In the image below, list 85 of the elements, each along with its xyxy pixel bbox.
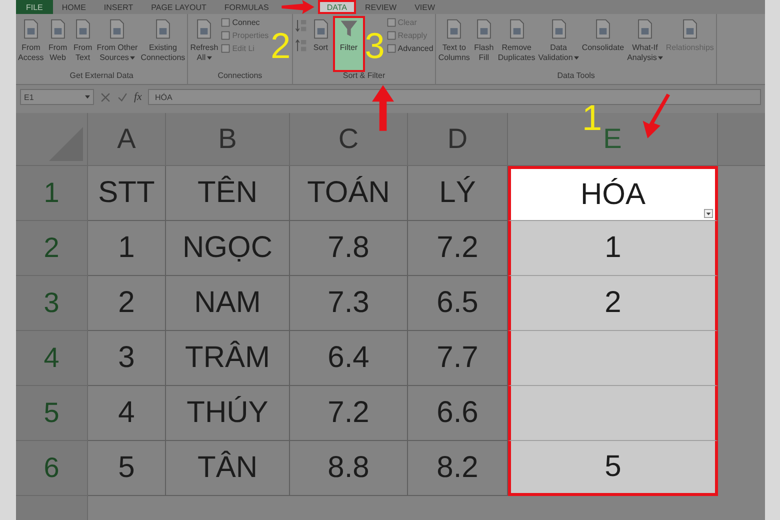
cell-text: 7.2 [436,231,478,265]
ribbon-button[interactable]: Consolidate [580,17,626,71]
ribbon-button[interactable]: Refresh All [189,17,220,71]
caret-icon [85,95,90,99]
ribbon-tab[interactable]: FORMULAS [215,0,278,14]
ribbon-tab[interactable]: INSERT [94,0,142,14]
ribbon-small-button[interactable]: Advanced [386,44,434,53]
column-letter: A [117,123,136,155]
ribbon-button[interactable]: From Other Sources [96,17,139,71]
column-letter: B [218,123,237,155]
select-all-corner[interactable] [16,113,88,166]
step-number: 2 [270,28,291,64]
ribbon-group-label: Data Tools [556,71,596,82]
ribbon-button[interactable]: From Text [70,17,95,71]
ribbon-tab[interactable]: HOME [52,0,95,14]
ribbon-button[interactable]: Existing Connections [140,17,186,71]
cell-text: 3 [118,341,135,375]
cell-text: 6.5 [436,286,478,320]
filter-dropdown-button[interactable] [704,209,713,218]
cell-text: 8.8 [328,451,370,485]
ribbon-tab[interactable]: VIEW [406,0,444,14]
ribbon-group-label: Connections [216,71,264,82]
cell-text: 2 [604,286,622,320]
cell-text: 2 [118,286,135,320]
insert-function-button[interactable]: fx [134,91,142,103]
ribbon-button[interactable]: Filter [334,17,364,71]
column-header[interactable]: A [88,113,166,166]
ribbon-button[interactable]: Text to Columns [437,17,471,71]
ribbon-tab[interactable]: PAGE LAYOUT [142,0,216,14]
column-header[interactable]: D [408,113,508,166]
arrow [280,0,316,14]
column-header[interactable]: B [166,113,290,166]
ribbon-button[interactable]: From Access [17,17,45,71]
column-letter: D [447,123,468,155]
ribbon-button[interactable]: From Web [46,17,70,71]
sort-ascending-icon[interactable] [294,18,307,34]
cell-text: TRÂM [185,341,270,375]
ribbon-small-button[interactable]: Connec [221,18,269,27]
step-number: 3 [364,28,385,64]
sort-descending-icon[interactable] [294,38,307,54]
row-header[interactable]: 3 [16,276,88,331]
checkmark-icon[interactable] [117,92,128,102]
cell-text: 5 [118,451,135,485]
cell-text: TÂN [198,451,258,485]
ribbon-group-label: Get External Data [68,71,134,82]
ribbon-button[interactable]: Sort [308,17,333,71]
cell-text: THÚY [186,396,268,430]
column-header[interactable]: C [290,113,408,166]
cell-text: 1 [118,231,135,265]
row-header[interactable]: 4 [16,331,88,386]
cancel-icon[interactable] [100,92,111,102]
cell-text: 7.8 [328,231,370,265]
cell-text: 7.3 [328,286,370,320]
ribbon-button[interactable]: Flash Fill [472,17,496,71]
cell-text: 8.2 [436,451,478,485]
name-box[interactable]: E1 [20,89,94,105]
cell-text: 4 [118,396,135,430]
cell-text: TOÁN [307,176,390,210]
column-letter: E [603,123,622,155]
ribbon-tab[interactable]: DATA [318,0,356,14]
ribbon-button[interactable]: What-If Analysis [626,17,664,71]
cell-text: STT [98,176,155,210]
cell-text: 6.6 [436,396,478,430]
cell-text: HÓA [580,178,646,212]
ribbon-group-label: Sort & Filter [342,71,386,82]
ribbon-tab[interactable]: REVIEW [356,0,406,14]
cell-text: 1 [604,231,622,265]
ribbon-tab[interactable]: FILE [16,0,53,14]
formula-field[interactable]: HÓA [148,89,761,105]
cell-text: 5 [604,450,622,484]
cell-text: NGỌC [182,231,272,265]
row-header[interactable]: 1 [16,166,88,221]
ribbon-button[interactable]: Data Validation [537,17,580,71]
ribbon-button[interactable]: Remove Duplicates [496,17,536,71]
cell-text: LÝ [439,176,476,210]
row-header[interactable]: 5 [16,386,88,441]
cell-text: TÊN [198,176,258,210]
row-header[interactable]: 6 [16,441,88,496]
row-header[interactable]: 2 [16,221,88,276]
arrow [372,84,394,132]
cell-text: 7.7 [436,341,478,375]
cell-text: 7.2 [328,396,370,430]
cell-text: 6.4 [328,341,370,375]
column-letter: C [338,123,359,155]
cell-text: NAM [194,286,261,320]
